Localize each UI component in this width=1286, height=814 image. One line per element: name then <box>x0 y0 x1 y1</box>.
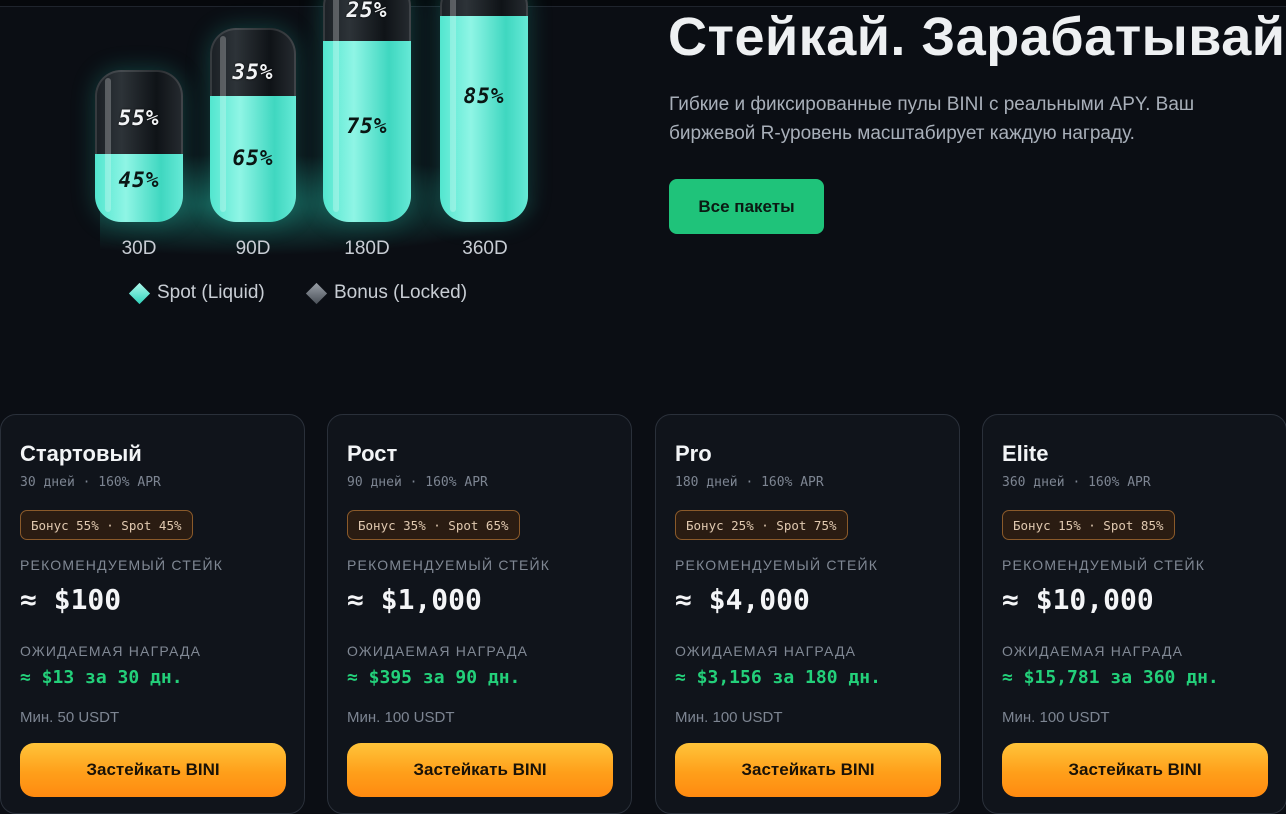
bonus-diamond-icon <box>305 282 328 304</box>
package-name: Стартовый <box>20 441 142 466</box>
package-meta: 30 дней · 160% APR <box>20 475 161 490</box>
package-name: Рост <box>347 441 398 466</box>
tube-spot-pct: 65% <box>232 146 274 170</box>
package-card-starter: Стартовый 30 дней · 160% APR Бонус 55% ·… <box>0 414 305 814</box>
tube-spot-pct: 45% <box>118 168 160 192</box>
split-badge: Бонус 35% · Spot 65% <box>347 510 520 540</box>
tube-label-90d: 90D <box>235 238 271 259</box>
stake-label: РЕКОМЕНДУЕМЫЙ СТЕЙК <box>1002 557 1206 573</box>
stake-value: ≈ $100 <box>20 583 122 616</box>
package-card-growth: Рост 90 дней · 160% APR Бонус 35% · Spot… <box>327 414 632 814</box>
legend-bonus-label: Bonus (Locked) <box>334 282 468 303</box>
staking-tubes-illustration: 55% 45% 30D 35% 65% 90D 25% 75% 180D 85%… <box>60 0 580 320</box>
stake-value: ≈ $1,000 <box>347 583 482 616</box>
package-meta: 180 дней · 160% APR <box>675 475 824 490</box>
tube-spot-pct: 85% <box>463 84 505 108</box>
stake-bini-button[interactable]: Застейкать BINI <box>1002 743 1268 797</box>
reward-label: ОЖИДАЕМАЯ НАГРАДА <box>675 643 857 659</box>
tube-shine <box>333 0 339 212</box>
stake-label: РЕКОМЕНДУЕМЫЙ СТЕЙК <box>347 557 551 573</box>
spot-diamond-icon <box>128 282 151 304</box>
tube-360d: 85% <box>440 0 528 222</box>
package-name: Elite <box>1002 441 1049 466</box>
min-amount: Мин. 100 USDT <box>347 709 455 726</box>
package-name: Pro <box>675 441 712 466</box>
tube-bonus-pct: 35% <box>232 60 274 84</box>
reward-value: ≈ $15,781 за 360 дн. <box>1002 667 1219 688</box>
tube-spot-pct: 75% <box>346 114 388 138</box>
package-card-elite: Elite 360 дней · 160% APR Бонус 15% · Sp… <box>982 414 1286 814</box>
min-amount: Мин. 100 USDT <box>1002 709 1110 726</box>
min-amount: Мин. 50 USDT <box>20 709 120 726</box>
tube-bonus-pct: 55% <box>118 106 160 130</box>
tube-label-360d: 360D <box>462 238 508 259</box>
reward-label: ОЖИДАЕМАЯ НАГРАДА <box>1002 643 1184 659</box>
hero-subtitle: Гибкие и фиксированные пулы BINI с реаль… <box>669 94 1195 144</box>
tube-180d: 25% 75% <box>323 0 411 222</box>
tube-label-180d: 180D <box>344 238 390 259</box>
tube-30d: 55% 45% <box>95 70 183 222</box>
all-packages-button[interactable]: Все пакеты <box>669 179 824 234</box>
legend-spot: Spot (Liquid) <box>128 282 265 304</box>
stake-label: РЕКОМЕНДУЕМЫЙ СТЕЙК <box>675 557 879 573</box>
tube-90d: 35% 65% <box>210 28 296 222</box>
package-meta: 360 дней · 160% APR <box>1002 475 1151 490</box>
stake-bini-button[interactable]: Застейкать BINI <box>347 743 613 797</box>
split-badge: Бонус 25% · Spot 75% <box>675 510 848 540</box>
package-card-pro: Pro 180 дней · 160% APR Бонус 25% · Spot… <box>655 414 960 814</box>
package-meta: 90 дней · 160% APR <box>347 475 488 490</box>
min-amount: Мин. 100 USDT <box>675 709 783 726</box>
reward-label: ОЖИДАЕМАЯ НАГРАДА <box>347 643 529 659</box>
stake-bini-button[interactable]: Застейкать BINI <box>675 743 941 797</box>
stake-label: РЕКОМЕНДУЕМЫЙ СТЕЙК <box>20 557 224 573</box>
split-badge: Бонус 15% · Spot 85% <box>1002 510 1175 540</box>
stake-value: ≈ $4,000 <box>675 583 810 616</box>
reward-value: ≈ $13 за 30 дн. <box>20 667 183 688</box>
legend-bonus: Bonus (Locked) <box>305 282 468 304</box>
legend-spot-label: Spot (Liquid) <box>157 282 265 303</box>
hero-title: Стейкай. Зарабатывай. <box>668 7 1286 67</box>
reward-value: ≈ $3,156 за 180 дн. <box>675 667 881 688</box>
tube-bonus-pct: 25% <box>346 0 388 22</box>
reward-label: ОЖИДАЕМАЯ НАГРАДА <box>20 643 202 659</box>
stake-value: ≈ $10,000 <box>1002 583 1154 616</box>
split-badge: Бонус 55% · Spot 45% <box>20 510 193 540</box>
reward-value: ≈ $395 за 90 дн. <box>347 667 521 688</box>
stake-bini-button[interactable]: Застейкать BINI <box>20 743 286 797</box>
tube-label-30d: 30D <box>121 238 157 259</box>
